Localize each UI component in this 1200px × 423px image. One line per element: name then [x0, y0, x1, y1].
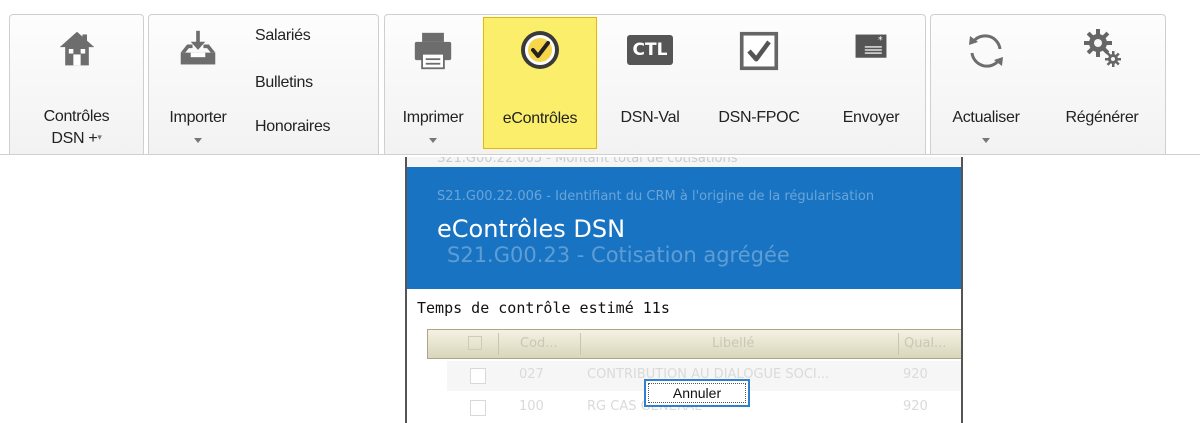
regenerer-label: Régénérer	[1065, 109, 1139, 126]
controles-dsn-label-line1: Contrôles	[43, 108, 110, 125]
controles-dsn-label-line2: DSN +▾	[10, 127, 143, 149]
row-checkbox	[470, 368, 486, 384]
importer-label: Importer	[169, 109, 227, 126]
bulletins-item[interactable]: Bulletins	[255, 74, 313, 92]
estimated-time-text: Temps de contrôle estimé 11s	[417, 299, 670, 317]
header-divider	[498, 333, 499, 355]
svg-text:*: *	[878, 35, 883, 46]
ribbon-group-import: Importer Salariés Bulletins Honoraires	[148, 14, 379, 154]
importer-dropdown-caret	[194, 138, 202, 143]
check-circle-icon	[521, 31, 559, 69]
header-divider	[580, 333, 581, 355]
header-checkbox	[468, 336, 482, 350]
header-divider	[898, 333, 899, 355]
dsn-val-label: DSN-Val	[620, 109, 680, 126]
refresh-icon	[969, 34, 1003, 68]
dialog-title: eContrôles DSN	[437, 215, 626, 243]
regenerer-button[interactable]: Régénérer	[1041, 15, 1163, 153]
row-code: 100	[519, 399, 544, 414]
column-code: Cod...	[520, 336, 558, 351]
column-qual: Qual...	[904, 336, 947, 351]
column-libelle: Libellé	[712, 336, 755, 351]
actualiser-label: Actualiser	[952, 109, 1020, 126]
controles-dsn-label-text: DSN +	[51, 130, 98, 147]
row-code: 027	[519, 367, 544, 382]
imprimer-label: Imprimer	[402, 109, 464, 126]
ribbon-group-actions: Imprimer eContrôles CTL DSN-Val DSN-FPOC	[384, 14, 926, 154]
envoyer-button[interactable]: * Envoyer	[819, 15, 923, 153]
imprimer-button[interactable]: Imprimer	[387, 15, 479, 153]
chevron-down-icon: ▾	[97, 132, 102, 142]
printer-icon	[414, 32, 452, 70]
checkbox-checked-icon	[739, 31, 779, 71]
actualiser-button[interactable]: Actualiser	[933, 15, 1039, 153]
ribbon-bottom-border	[0, 154, 1200, 155]
actualiser-dropdown-caret	[982, 138, 990, 143]
dsn-fpoc-button[interactable]: DSN-FPOC	[701, 15, 817, 153]
row-qual: 920	[903, 367, 928, 382]
dsn-fpoc-label: DSN-FPOC	[718, 109, 800, 126]
imprimer-dropdown-caret	[429, 138, 437, 143]
dsn-val-button[interactable]: CTL DSN-Val	[601, 15, 699, 153]
importer-button[interactable]: Importer	[149, 15, 247, 153]
background-field-line2: S21.G00.22.006 - Identifiant du CRM à l'…	[437, 189, 875, 204]
background-section-title: S21.G00.23 - Cotisation agrégée	[447, 243, 790, 267]
salaries-item[interactable]: Salariés	[255, 27, 311, 45]
ribbon-group-dsn: Contrôles DSN +▾	[9, 14, 144, 154]
econtroles-dialog: S21.G00.22.005 - Montant total de cotisa…	[405, 157, 963, 423]
row-qual: 920	[903, 399, 928, 414]
gears-icon	[1084, 29, 1121, 67]
row-checkbox	[470, 400, 486, 416]
grid-header: Cod... Libellé Qual...	[427, 329, 961, 359]
background-field-line1: S21.G00.22.005 - Montant total de cotisa…	[437, 157, 738, 166]
econtroles-button[interactable]: eContrôles	[483, 17, 597, 149]
econtroles-label: eContrôles	[502, 110, 578, 127]
ribbon-group-refresh: Actualiser Régénérer	[930, 14, 1166, 154]
document-send-icon: *	[855, 34, 887, 58]
envoyer-label: Envoyer	[842, 109, 900, 126]
import-tray-icon	[180, 30, 216, 65]
cancel-button[interactable]: Annuler	[644, 379, 750, 407]
honoraires-item[interactable]: Honoraires	[255, 118, 331, 136]
ctl-badge-icon: CTL	[627, 35, 673, 65]
ribbon: Contrôles DSN +▾ Importer Salariés Bulle…	[0, 0, 1200, 157]
controles-dsn-button[interactable]: Contrôles DSN +▾	[10, 15, 143, 153]
home-icon	[59, 31, 94, 66]
